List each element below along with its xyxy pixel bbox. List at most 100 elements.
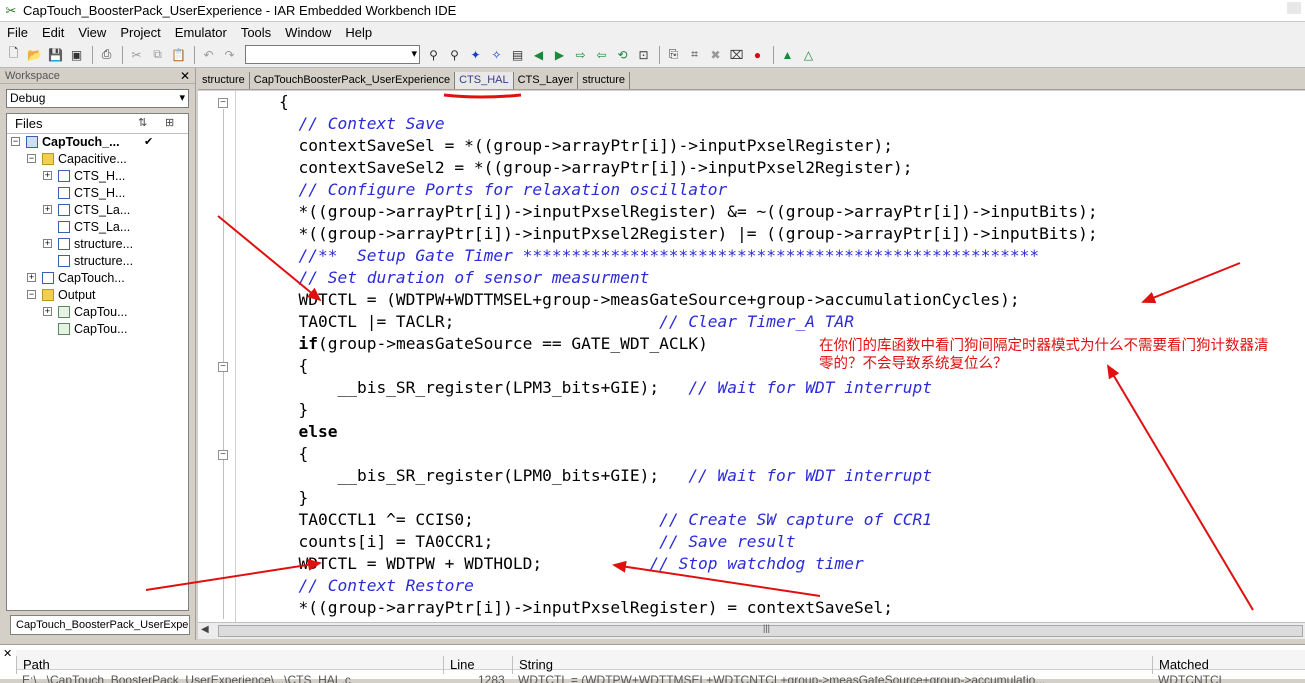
find-result-row[interactable]: E:\...\CapTouch_BoosterPack_UserExperien… xyxy=(16,671,1305,683)
menu-view[interactable]: View xyxy=(71,25,113,40)
print-icon[interactable]: ⎙ xyxy=(97,45,116,64)
code-token: WDTCTL = (WDTPW+WDTTMSEL+group->measGate… xyxy=(240,290,1020,309)
tree-item[interactable]: + CTS_La... xyxy=(7,202,188,219)
expand-icon[interactable]: + xyxy=(43,307,52,316)
grip-icon: ||| xyxy=(763,623,771,633)
undo-icon[interactable]: ↶ xyxy=(199,45,218,64)
expand-icon[interactable]: + xyxy=(43,205,52,214)
tree-item-label: CTS_H... xyxy=(74,169,126,183)
close-icon[interactable]: ✕ xyxy=(3,647,12,660)
tree-item[interactable]: + structure... xyxy=(7,236,188,253)
collapse-icon[interactable]: − xyxy=(11,137,20,146)
breakpoint-icon[interactable]: ⌧ xyxy=(727,45,746,64)
cut-icon[interactable]: ✂ xyxy=(127,45,146,64)
find-next-icon[interactable]: ⚲ xyxy=(445,45,464,64)
tree-item-label: CapTou... xyxy=(74,322,128,336)
editor-tab-cts-layer[interactable]: CTS_Layer xyxy=(514,72,579,89)
scroll-left-icon[interactable]: ◀ xyxy=(201,624,209,635)
options-icon[interactable]: ⊞ xyxy=(165,116,174,129)
collapse-icon[interactable]: − xyxy=(27,154,36,163)
title-bar: ✂ CapTouch_BoosterPack_UserExperience - … xyxy=(0,0,1305,22)
save-icon[interactable]: 💾 xyxy=(46,45,65,64)
close-icon[interactable]: ✕ xyxy=(180,68,190,84)
code-line: TA0CTL |= TACLR; // Clear Timer_A TAR xyxy=(240,311,1300,333)
workspace-title-label: Workspace xyxy=(5,70,60,82)
code-line: WDTCTL = (WDTPW+WDTTMSEL+group->measGate… xyxy=(240,289,1300,311)
menu-project[interactable]: Project xyxy=(113,25,167,40)
expand-icon[interactable]: + xyxy=(27,273,36,282)
save-all-icon[interactable]: ▣ xyxy=(67,45,86,64)
fold-toggle-icon[interactable]: − xyxy=(218,450,228,460)
file-icon xyxy=(58,187,70,199)
editor-tab-captouchboosterpack-userexperience[interactable]: CapTouchBoosterPack_UserExperience xyxy=(250,72,456,89)
tree-item[interactable]: − Output xyxy=(7,287,188,304)
new-file-icon[interactable]: 🗋 xyxy=(4,45,23,64)
find-combo[interactable] xyxy=(245,45,420,64)
code-token: counts[i] = TA0CCR1; xyxy=(240,532,660,551)
menu-file[interactable]: File xyxy=(0,25,35,40)
debug-icon[interactable]: ▲ xyxy=(778,45,797,64)
collapse-icon[interactable]: − xyxy=(27,290,36,299)
expand-icon[interactable]: + xyxy=(43,239,52,248)
editor-tab-structure[interactable]: structure xyxy=(578,72,631,89)
tree-item[interactable]: + CapTouch... xyxy=(7,270,188,287)
expand-icon[interactable]: + xyxy=(43,171,52,180)
toggle-breakpoint-icon[interactable]: ✦ xyxy=(466,45,485,64)
go-to-icon[interactable]: ▤ xyxy=(508,45,527,64)
editor-tab-cts-hal[interactable]: CTS_HAL xyxy=(455,72,514,89)
find-in-files-icon[interactable]: ⊡ xyxy=(634,45,653,64)
find-icon[interactable]: ⚲ xyxy=(424,45,443,64)
stop-build-icon[interactable]: ✖ xyxy=(706,45,725,64)
menu-edit[interactable]: Edit xyxy=(35,25,71,40)
redo-icon[interactable]: ↷ xyxy=(220,45,239,64)
code-line: // Context Save xyxy=(240,113,1300,135)
navigate-forward-icon[interactable]: ▶ xyxy=(550,45,569,64)
sort-icon[interactable]: ⇅ xyxy=(138,116,147,129)
workspace-tab[interactable]: CapTouch_BoosterPack_UserExperience xyxy=(10,615,190,635)
tree-item[interactable]: + CTS_H... xyxy=(7,168,188,185)
find-results-panel: ✕ Path Line String Matched E:\...\CapTou… xyxy=(0,644,1305,683)
tree-item[interactable]: structure... xyxy=(7,253,188,270)
code-line: } xyxy=(240,487,1300,509)
tree-item[interactable]: CTS_H... xyxy=(7,185,188,202)
scrollbar-thumb[interactable] xyxy=(218,625,1303,637)
menu-tools[interactable]: Tools xyxy=(234,25,278,40)
fold-toggle-icon[interactable]: − xyxy=(218,362,228,372)
menu-emulator[interactable]: Emulator xyxy=(168,25,234,40)
tree-item[interactable]: + CapTou... xyxy=(7,304,188,321)
horizontal-scrollbar[interactable]: ◀ ||| xyxy=(198,622,1305,639)
editor-tab-structure[interactable]: structure xyxy=(198,72,250,89)
open-icon[interactable]: 📂 xyxy=(25,45,44,64)
file-icon xyxy=(58,238,70,250)
fold-toggle-icon[interactable]: − xyxy=(218,98,228,108)
download-icon[interactable]: △ xyxy=(799,45,818,64)
build-config-select[interactable]: Debug xyxy=(6,89,189,108)
prev-bookmark-icon[interactable]: ⇦ xyxy=(592,45,611,64)
code-token: } xyxy=(240,400,309,419)
tree-item[interactable]: − CapTouch_... ✔ xyxy=(7,134,188,151)
paste-icon[interactable]: 📋 xyxy=(169,45,188,64)
tree-item[interactable]: CapTou... xyxy=(7,321,188,338)
next-bookmark-icon[interactable]: ⇨ xyxy=(571,45,590,64)
code-line: *((group->arrayPtr[i])->inputPxselRegist… xyxy=(240,597,1300,619)
code-line: // Context Restore xyxy=(240,575,1300,597)
tree-item[interactable]: CTS_La... xyxy=(7,219,188,236)
navigate-back-icon[interactable]: ◀ xyxy=(529,45,548,64)
tree-item-label: structure... xyxy=(74,237,134,251)
code-line: TA0CCTL1 ^= CCIS0; // Create SW capture … xyxy=(240,509,1300,531)
menu-help[interactable]: Help xyxy=(338,25,379,40)
debug-stop-icon[interactable]: ● xyxy=(748,45,767,64)
bookmark-icon[interactable]: ✧ xyxy=(487,45,506,64)
code-line: contextSaveSel2 = *((group->arrayPtr[i])… xyxy=(240,157,1300,179)
menu-window[interactable]: Window xyxy=(278,25,338,40)
tree-item-label: CTS_La... xyxy=(74,203,131,217)
compile-icon[interactable]: ⎘ xyxy=(664,45,683,64)
code-line: contextSaveSel = *((group->arrayPtr[i])-… xyxy=(240,135,1300,157)
window-controls[interactable] xyxy=(1287,2,1301,14)
copy-icon[interactable]: ⧉ xyxy=(148,45,167,64)
make-icon[interactable]: ⌗ xyxy=(685,45,704,64)
tree-item[interactable]: − Capacitive... xyxy=(7,151,188,168)
toggle-bookmark-icon[interactable]: ⟲ xyxy=(613,45,632,64)
